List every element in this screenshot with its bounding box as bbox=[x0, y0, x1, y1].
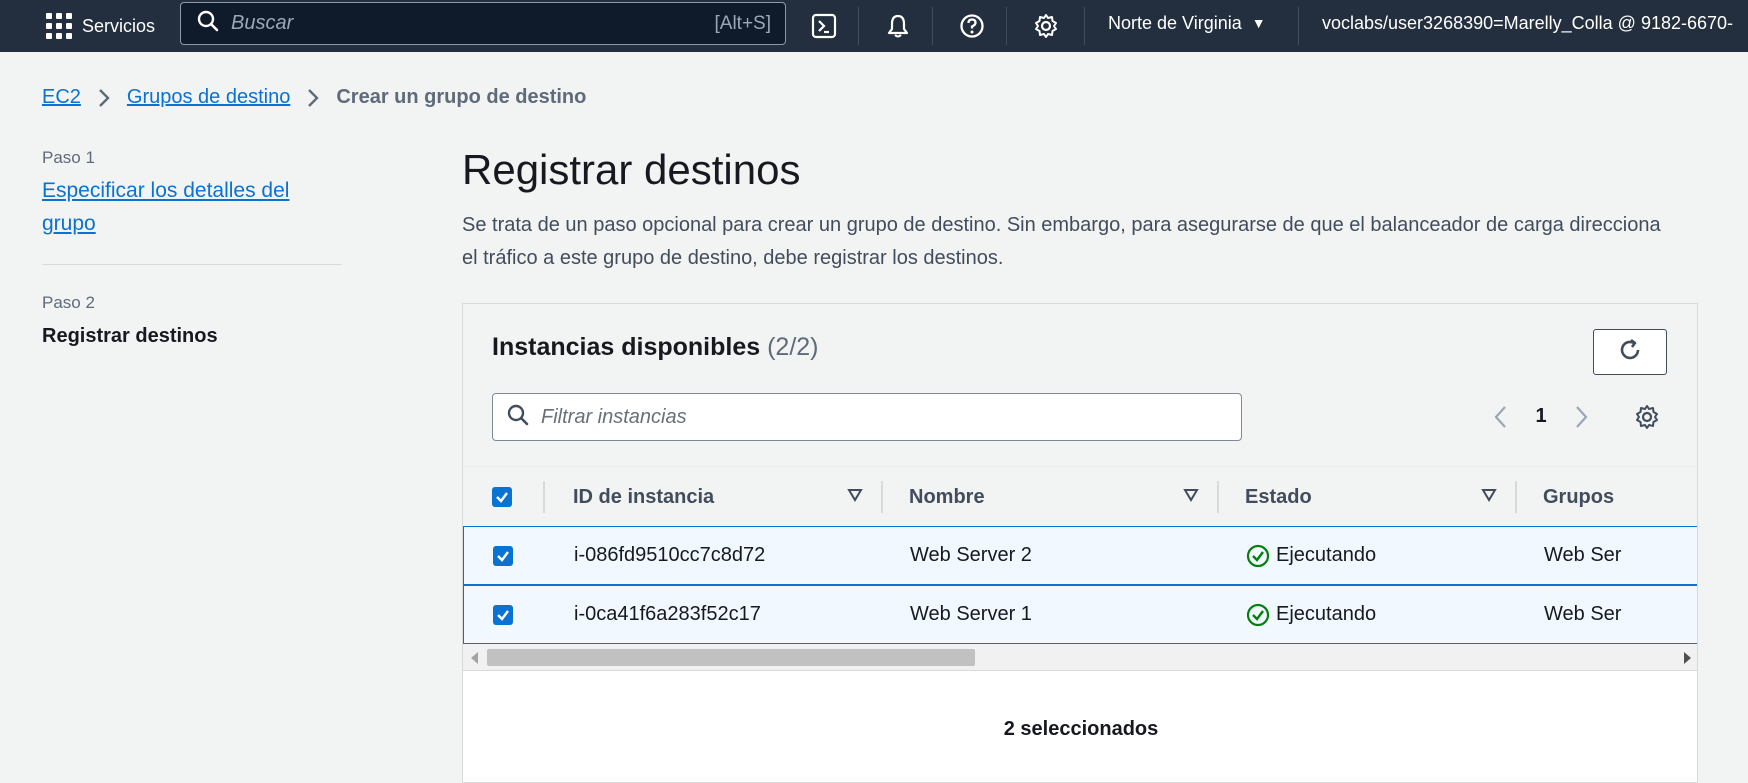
nav-divider bbox=[1298, 7, 1299, 45]
scrollbar-thumb[interactable] bbox=[487, 649, 975, 666]
refresh-button[interactable] bbox=[1593, 329, 1667, 375]
sort-triangle-icon[interactable] bbox=[847, 487, 863, 508]
search-shortcut-hint: [Alt+S] bbox=[714, 12, 772, 34]
table-row[interactable]: i-0ca41f6a283f52c17 Web Server 1 Ejecuta… bbox=[463, 585, 1697, 644]
select-all-checkbox-cell bbox=[492, 467, 512, 527]
instance-name-cell: Web Server 2 bbox=[910, 544, 1032, 566]
search-icon bbox=[197, 10, 219, 37]
instance-state-text: Ejecutando bbox=[1276, 544, 1377, 566]
filter-instances-input[interactable] bbox=[539, 404, 1219, 430]
page-description: Se trata de un paso opcional para crear … bbox=[462, 214, 1661, 269]
pagination-current-page[interactable]: 1 bbox=[1533, 405, 1549, 428]
row-checkbox-cell bbox=[493, 527, 513, 584]
breadcrumb-ec2-link[interactable]: EC2 bbox=[42, 86, 81, 109]
sort-triangle-icon[interactable] bbox=[1183, 487, 1199, 508]
column-header-state[interactable]: Estado bbox=[1245, 467, 1312, 527]
column-divider[interactable] bbox=[881, 481, 883, 513]
row-checkbox-cell bbox=[493, 586, 513, 643]
nav-divider bbox=[1006, 7, 1007, 45]
breadcrumb: EC2 Grupos de destino Crear un grupo de … bbox=[42, 86, 586, 109]
page-title: Registrar destinos bbox=[462, 146, 801, 193]
step-1-label: Paso 1 bbox=[42, 148, 95, 167]
checkmark-icon bbox=[497, 550, 509, 562]
instance-group-cell: Web Ser bbox=[1544, 544, 1622, 566]
selected-count: 2 seleccionados bbox=[1003, 718, 1159, 740]
nav-divider bbox=[858, 7, 859, 45]
column-header-name[interactable]: Nombre bbox=[909, 467, 985, 527]
column-divider[interactable] bbox=[1217, 481, 1219, 513]
table-row[interactable]: i-086fd9510cc7c8d72 Web Server 2 Ejecuta… bbox=[463, 526, 1697, 585]
wizard-steps: Paso 1 Especificar los detalles del grup… bbox=[42, 148, 342, 348]
services-label: Servicios bbox=[82, 15, 156, 36]
instance-name-cell: Web Server 1 bbox=[910, 603, 1032, 625]
table-header: ID de instancia Nombre Estado Grupos bbox=[463, 466, 1697, 527]
panel-title: Instancias disponibles (2/2) bbox=[492, 333, 819, 362]
success-check-circle-icon bbox=[1246, 603, 1270, 627]
column-divider[interactable] bbox=[1515, 481, 1517, 513]
row-checkbox[interactable] bbox=[493, 604, 513, 625]
instance-id-cell: i-0ca41f6a283f52c17 bbox=[574, 603, 761, 625]
panel-count: (2/2) bbox=[767, 333, 819, 361]
global-search-input[interactable] bbox=[229, 11, 669, 36]
breadcrumb-current: Crear un grupo de destino bbox=[336, 86, 587, 108]
select-all-checkbox[interactable] bbox=[492, 487, 512, 507]
refresh-icon bbox=[1617, 337, 1643, 368]
scroll-left-arrow-icon[interactable] bbox=[471, 652, 478, 664]
instance-id-cell: i-086fd9510cc7c8d72 bbox=[574, 544, 766, 566]
chevron-right-icon bbox=[306, 88, 320, 108]
nav-divider bbox=[1084, 7, 1085, 45]
checkmark-icon bbox=[497, 609, 509, 621]
instance-state-cell: Ejecutando bbox=[1246, 586, 1376, 643]
pagination-previous-icon[interactable] bbox=[1493, 404, 1509, 435]
panel-title-text: Instancias disponibles bbox=[492, 333, 761, 361]
column-header-groups[interactable]: Grupos bbox=[1543, 467, 1614, 527]
instance-state-cell: Ejecutando bbox=[1246, 527, 1376, 584]
horizontal-scrollbar[interactable] bbox=[463, 644, 1697, 671]
sort-triangle-icon[interactable] bbox=[1481, 487, 1497, 508]
checkmark-icon bbox=[496, 492, 508, 503]
region-selector[interactable]: Norte de Virginia ▼ bbox=[1108, 0, 1266, 46]
table-preferences-gear-icon[interactable] bbox=[1634, 404, 1660, 435]
account-label: voclabs/user3268390=Marelly_Colla @ 9182… bbox=[1322, 12, 1734, 33]
available-instances-panel: Instancias disponibles (2/2) 1 bbox=[462, 303, 1698, 783]
filter-instances[interactable] bbox=[492, 393, 1242, 441]
settings-gear-icon[interactable] bbox=[1028, 8, 1064, 44]
services-grid-icon bbox=[46, 13, 72, 39]
panel-header: Instancias disponibles (2/2) 1 bbox=[463, 304, 1697, 466]
help-icon[interactable] bbox=[954, 8, 990, 44]
column-divider bbox=[543, 481, 545, 513]
top-navigation: Servicios [Alt+S] Norte de Virginia ▼ vo… bbox=[0, 0, 1748, 52]
nav-divider bbox=[932, 7, 933, 45]
search-icon bbox=[507, 404, 529, 431]
cloudshell-icon[interactable] bbox=[806, 8, 842, 44]
step-2-current: Registrar destinos bbox=[42, 325, 218, 347]
chevron-right-icon bbox=[97, 88, 111, 108]
step-2-label: Paso 2 bbox=[42, 293, 95, 312]
global-search[interactable]: [Alt+S] bbox=[180, 2, 786, 45]
success-check-circle-icon bbox=[1246, 544, 1270, 568]
row-checkbox[interactable] bbox=[493, 545, 513, 566]
services-menu-button[interactable]: Servicios bbox=[46, 0, 155, 52]
account-menu[interactable]: voclabs/user3268390=Marelly_Colla @ 9182… bbox=[1322, 0, 1733, 46]
caret-down-icon: ▼ bbox=[1251, 15, 1266, 31]
step-divider bbox=[42, 264, 342, 265]
scroll-right-arrow-icon[interactable] bbox=[1684, 652, 1691, 664]
step-1-link[interactable]: Especificar los detalles del grupo bbox=[42, 174, 342, 240]
instance-group-cell: Web Ser bbox=[1544, 603, 1622, 625]
instance-state-text: Ejecutando bbox=[1276, 603, 1377, 625]
column-header-instance-id[interactable]: ID de instancia bbox=[573, 467, 714, 527]
notifications-bell-icon[interactable] bbox=[880, 8, 916, 44]
pagination-next-icon[interactable] bbox=[1573, 404, 1589, 435]
breadcrumb-target-groups-link[interactable]: Grupos de destino bbox=[127, 86, 290, 109]
region-label: Norte de Virginia bbox=[1108, 12, 1242, 33]
